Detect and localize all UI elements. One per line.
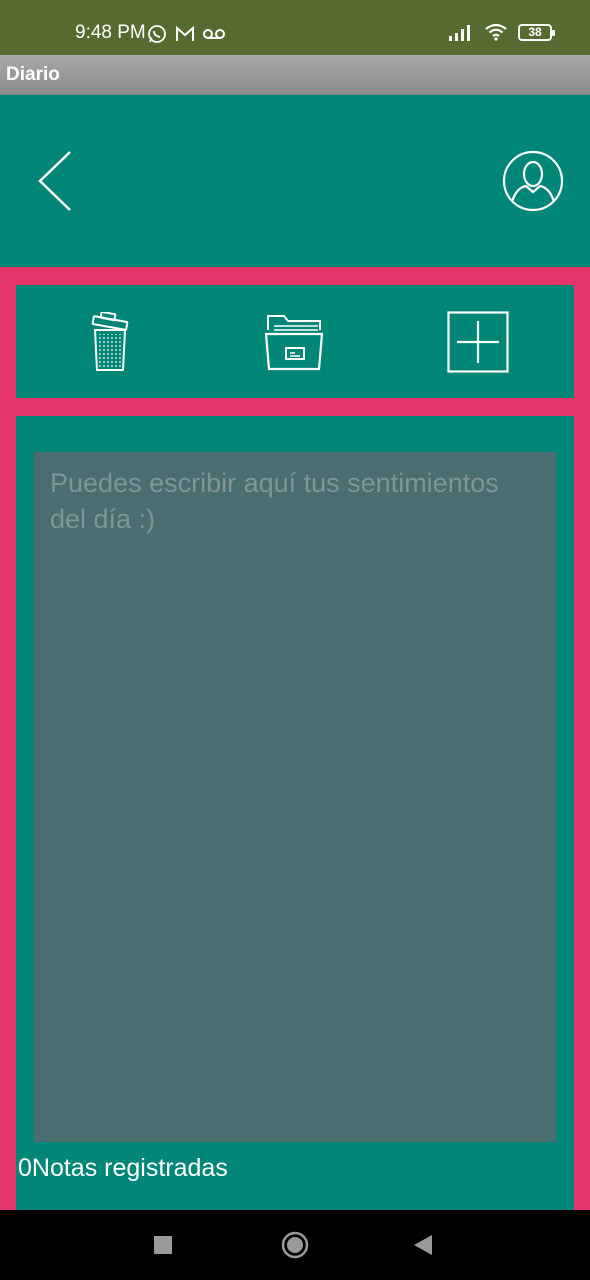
- toolbar: [16, 285, 574, 398]
- recents-square-icon: [154, 1236, 172, 1254]
- app-title-bar: Diario: [0, 55, 590, 95]
- chevron-left-icon: [38, 151, 71, 211]
- notification-icons: [147, 24, 225, 44]
- archive-button[interactable]: [264, 312, 324, 372]
- status-time: 9:48 PM: [75, 22, 146, 43]
- battery-level: 38: [528, 24, 542, 39]
- diary-text-input[interactable]: [34, 452, 556, 1142]
- signal-icon: [449, 25, 470, 41]
- add-note-button[interactable]: [447, 311, 509, 373]
- back-button[interactable]: [36, 150, 76, 212]
- battery-icon: 38: [518, 23, 555, 41]
- delete-button[interactable]: [90, 310, 130, 372]
- trash-icon: [91, 310, 129, 371]
- system-icons: 38: [448, 23, 555, 41]
- home-button[interactable]: [281, 1231, 309, 1264]
- recents-button[interactable]: [153, 1235, 173, 1260]
- back-triangle-icon: [414, 1235, 432, 1255]
- add-icon: [447, 311, 509, 373]
- navigation-bar: [0, 1210, 590, 1280]
- status-bar: 9:48 PM 38: [0, 0, 590, 55]
- notes-count-label: 0Notas registradas: [18, 1154, 228, 1182]
- home-circle-icon: [281, 1231, 309, 1259]
- profile-button[interactable]: [502, 150, 564, 212]
- editor-panel: 0Notas registradas: [16, 416, 574, 1210]
- wifi-icon: [485, 23, 507, 41]
- user-profile-icon: [502, 150, 564, 212]
- whatsapp-icon: [148, 25, 166, 43]
- voicemail-icon: [203, 29, 225, 39]
- gmail-icon: [176, 26, 194, 41]
- back-nav-button[interactable]: [413, 1234, 433, 1261]
- app-title: Diario: [6, 64, 60, 85]
- folder-icon: [264, 315, 324, 371]
